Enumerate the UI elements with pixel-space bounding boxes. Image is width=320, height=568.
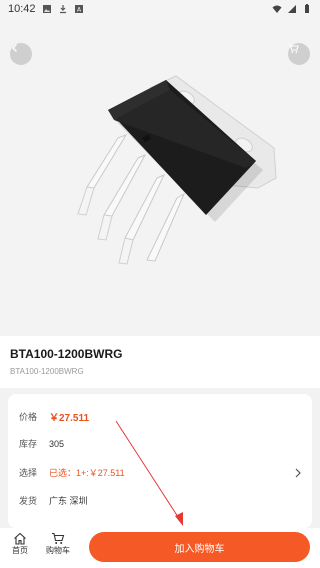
tab-cart-label: 购物车 — [46, 546, 70, 555]
tab-home-label: 首页 — [12, 546, 28, 555]
chevron-left-icon — [12, 44, 17, 52]
battery-icon — [305, 4, 309, 13]
price-row: 价格 ￥27.511 — [19, 409, 302, 424]
product-title: BTA100-1200BWRG — [10, 347, 123, 361]
header-cart-button[interactable] — [288, 43, 310, 65]
shipping-value: 广东 深圳 — [49, 496, 88, 506]
select-row[interactable]: 选择 已选：1+:￥27.511 — [19, 466, 302, 479]
select-value: 已选：1+:￥27.511 — [49, 468, 125, 478]
add-to-cart-button[interactable]: 加入购物车 — [89, 532, 310, 562]
triac-component-photo — [77, 75, 277, 265]
a-box-icon: A — [74, 5, 83, 14]
back-button[interactable] — [10, 43, 32, 65]
stock-label: 库存 — [19, 439, 38, 449]
product-info-card: 价格 ￥27.511 库存 305 选择 已选：1+:￥27.511 发货 广东… — [8, 394, 312, 528]
status-right — [272, 4, 312, 14]
cart-icon — [52, 532, 65, 544]
select-label: 选择 — [19, 468, 38, 478]
product-image — [0, 18, 320, 335]
stock-value: 305 — [49, 438, 65, 449]
chevron-right-icon — [295, 468, 301, 477]
cart-icon — [289, 43, 299, 53]
tab-cart[interactable]: 购物车 — [46, 532, 70, 556]
status-left: 10:42 A — [8, 3, 84, 15]
shipping-label: 发货 — [19, 496, 38, 506]
status-bar: 10:42 A — [0, 0, 320, 18]
image-icon — [42, 5, 51, 13]
signal-icon — [288, 5, 296, 13]
price-label: 价格 — [19, 412, 38, 422]
stock-row: 库存 305 — [19, 437, 302, 450]
home-icon — [14, 532, 26, 545]
product-subtitle: BTA100-1200BWRG — [10, 367, 84, 376]
product-title-card: BTA100-1200BWRG BTA100-1200BWRG — [0, 336, 320, 388]
status-time: 10:42 — [8, 3, 36, 15]
wifi-icon — [272, 5, 282, 13]
bottom-bar: 首页 购物车 加入购物车 — [0, 528, 320, 568]
download-icon — [59, 5, 66, 14]
shipping-row: 发货 广东 深圳 — [19, 494, 302, 507]
price-value: ￥27.511 — [49, 413, 90, 424]
tab-home[interactable]: 首页 — [12, 532, 28, 556]
